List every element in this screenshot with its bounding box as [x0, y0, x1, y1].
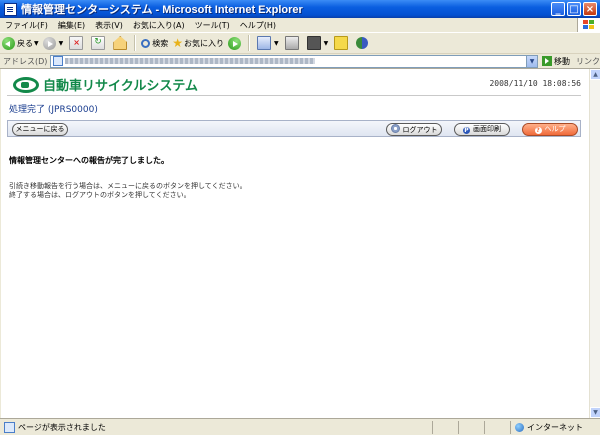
links-button[interactable]: リンク [576, 56, 600, 67]
go-arrow-icon [542, 56, 552, 66]
maximize-button[interactable]: □ [567, 2, 581, 16]
print-label: 画面印刷 [473, 125, 501, 133]
discuss-icon [334, 36, 349, 50]
page-done-icon [4, 421, 15, 433]
mail-button[interactable]: ▼ [253, 34, 281, 52]
search-icon [141, 38, 151, 48]
page-title: 処理完了 (JPRS0000) [9, 105, 98, 115]
discuss-button[interactable] [330, 34, 352, 52]
back-button[interactable]: 戻る ▼ [0, 34, 41, 52]
menu-tools[interactable]: ツール(T) [190, 20, 235, 31]
zone-label: インターネット [527, 422, 583, 432]
messenger-button[interactable] [352, 34, 372, 52]
stop-icon: × [69, 36, 84, 50]
status-bar: ページが表示されました インターネット [0, 418, 600, 435]
address-bar: アドレス(D) ▼ 移動 リンク [0, 54, 600, 69]
status-text: ページが表示されました [18, 422, 106, 432]
logout-icon [390, 124, 400, 133]
favorites-button[interactable]: ★ お気に入り [170, 34, 226, 52]
windows-logo-icon [577, 18, 600, 32]
history-icon [228, 36, 242, 50]
toolbar-separator [134, 35, 137, 51]
chevron-down-icon: ▼ [58, 39, 64, 47]
address-dropdown-button[interactable]: ▼ [526, 55, 537, 67]
edit-button[interactable]: ▼ [303, 34, 331, 52]
window-title: 情報管理センターシステム - Microsoft Internet Explor… [21, 4, 303, 16]
address-input[interactable]: ▼ [50, 54, 538, 68]
instruction-line: 終了する場合は、ログアウトのボタンを押してください。 [9, 191, 191, 199]
completion-message: 情報管理センターへの報告が完了しました。 [9, 156, 169, 165]
logout-button[interactable]: ログアウト [386, 123, 442, 136]
menu-edit[interactable]: 編集(E) [53, 20, 90, 31]
print-p-icon: P [463, 127, 470, 134]
history-button[interactable] [226, 34, 245, 52]
status-panel [484, 420, 510, 434]
globe-icon [515, 422, 524, 432]
favorites-label: お気に入り [184, 38, 225, 48]
recycle-logo-icon [13, 76, 39, 93]
refresh-icon: ↻ [91, 36, 106, 50]
home-icon [113, 36, 128, 50]
go-button[interactable]: 移動 [542, 56, 570, 67]
server-datetime: 2008/11/10 18:08:56 [489, 79, 581, 88]
logo-text: 自動車リサイクルシステム [43, 79, 198, 94]
button-bar: メニューに戻る ログアウト P 画面印刷 ? ヘルプ [7, 120, 581, 137]
chevron-down-icon: ▼ [34, 39, 39, 47]
printer-icon [284, 36, 299, 50]
mail-icon [257, 36, 272, 50]
scroll-up-button[interactable]: ▲ [590, 69, 600, 80]
menu-view[interactable]: 表示(V) [90, 20, 128, 31]
help-label: ヘルプ [544, 125, 566, 133]
print-toolbar-button[interactable] [281, 34, 303, 52]
print-screen-button[interactable]: P 画面印刷 [454, 123, 510, 136]
go-label: 移動 [554, 56, 570, 66]
stop-button[interactable]: × [65, 34, 87, 52]
forward-button[interactable]: ▼ [41, 34, 66, 52]
status-panel [458, 420, 484, 434]
vertical-scrollbar[interactable]: ▲ ▼ [589, 69, 600, 418]
help-button[interactable]: ? ヘルプ [522, 123, 578, 136]
minimize-button[interactable]: _ [551, 2, 565, 16]
ie-page-icon [4, 2, 17, 16]
site-logo: 自動車リサイクルシステム [13, 75, 198, 94]
back-arrow-icon [2, 36, 15, 50]
toolbar-separator [248, 35, 251, 51]
chevron-down-icon: ▼ [274, 39, 279, 47]
help-question-icon: ? [534, 127, 542, 134]
security-zone[interactable]: インターネット [510, 420, 600, 434]
back-to-menu-button[interactable]: メニューに戻る [12, 123, 68, 136]
menu-bar: ファイル(F) 編集(E) 表示(V) お気に入り(A) ツール(T) ヘルプ(… [0, 18, 600, 33]
star-icon: ★ [172, 36, 184, 50]
edit-icon [306, 36, 321, 50]
page-content: 自動車リサイクルシステム 2008/11/10 18:08:56 処理完了 (J… [1, 69, 589, 418]
messenger-icon [356, 37, 369, 49]
address-url-obscured [65, 58, 316, 64]
instructions: 引続き移動報告を行う場合は、メニューに戻るのボタンを押してください。 終了する場… [9, 182, 247, 200]
address-label: アドレス(D) [3, 56, 48, 66]
status-panel [432, 420, 458, 434]
menu-help[interactable]: ヘルプ(H) [235, 20, 281, 31]
home-button[interactable] [109, 34, 131, 52]
window-controls: _ □ × [551, 2, 597, 16]
menu-favorites[interactable]: お気に入り(A) [128, 20, 190, 31]
back-label: 戻る [17, 38, 33, 48]
instruction-line: 引続き移動報告を行う場合は、メニューに戻るのボタンを押してください。 [9, 182, 247, 190]
header-divider [7, 95, 581, 96]
close-button[interactable]: × [583, 2, 597, 16]
refresh-button[interactable]: ↻ [87, 34, 109, 52]
chevron-down-icon: ▼ [323, 39, 329, 47]
forward-arrow-icon [42, 36, 56, 50]
logout-label: ログアウト [402, 126, 438, 134]
page-icon [53, 56, 64, 66]
toolbar: 戻る ▼ ▼ × ↻ 検索 ★ お気に入り ▼ ▼ [0, 33, 600, 54]
window-title-bar[interactable]: 情報管理センターシステム - Microsoft Internet Explor… [0, 0, 600, 18]
search-button[interactable]: 検索 [139, 34, 170, 52]
scroll-down-button[interactable]: ▼ [590, 407, 600, 418]
menu-file[interactable]: ファイル(F) [0, 20, 53, 31]
search-label: 検索 [152, 38, 169, 48]
